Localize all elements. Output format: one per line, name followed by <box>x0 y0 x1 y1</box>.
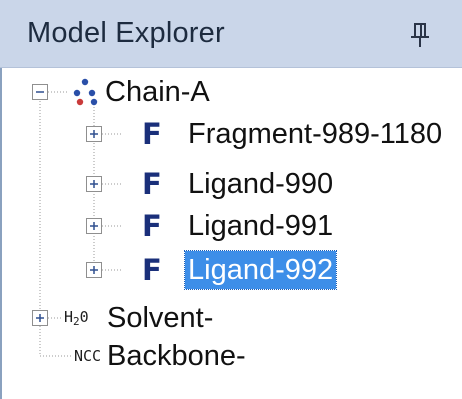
plus-icon <box>90 180 98 188</box>
tree-node-backbone[interactable]: NCC Backbone- <box>2 334 462 378</box>
fragment-icon: F <box>142 117 162 151</box>
tree-node-label: Ligand-990 <box>188 168 334 200</box>
collapse-toggle-chain-a[interactable] <box>32 84 48 100</box>
pin-icon[interactable] <box>406 21 434 49</box>
fragment-icon: F <box>142 167 162 201</box>
panel-title: Model Explorer <box>27 17 225 49</box>
plus-icon <box>90 266 98 274</box>
tree-node-label: Chain-A <box>105 76 210 108</box>
tree-node-ligand-990[interactable]: F Ligand-990 <box>2 160 462 204</box>
tree-node-label-selected: Ligand-992 <box>183 250 338 290</box>
expand-toggle[interactable] <box>86 126 102 142</box>
backbone-icon: NCC <box>74 347 102 365</box>
expand-toggle[interactable] <box>86 262 102 278</box>
molecule-icon <box>73 78 98 106</box>
expand-toggle-solvent[interactable] <box>32 310 48 326</box>
plus-icon <box>90 222 98 230</box>
fragment-icon: F <box>142 209 162 243</box>
tree-node-label: Solvent- <box>107 302 214 334</box>
fragment-icon: F <box>142 253 162 287</box>
tree-node-ligand-991[interactable]: F Ligand-991 <box>2 204 462 248</box>
tree-node-chain-a[interactable]: Chain-A <box>2 68 462 112</box>
expand-toggle[interactable] <box>86 218 102 234</box>
minus-icon <box>36 91 44 93</box>
water-icon: H20 <box>64 308 89 328</box>
panel-title-bar[interactable]: Model Explorer <box>0 0 462 68</box>
plus-icon <box>90 130 98 138</box>
expand-toggle[interactable] <box>86 176 102 192</box>
model-tree: Chain-A F Fragment-989-1180 F Ligand-990… <box>0 68 462 399</box>
tree-node-fragment[interactable]: F Fragment-989-1180 <box>2 112 462 156</box>
tree-node-ligand-992[interactable]: F Ligand-992 <box>2 248 462 292</box>
tree-node-label: Fragment-989-1180 <box>188 118 443 150</box>
model-explorer-panel: Model Explorer Chain-A F Fragment-989-11… <box>0 0 462 399</box>
tree-node-label: Backbone- <box>107 340 246 372</box>
plus-icon <box>36 314 44 322</box>
tree-node-label: Ligand-991 <box>188 210 334 242</box>
